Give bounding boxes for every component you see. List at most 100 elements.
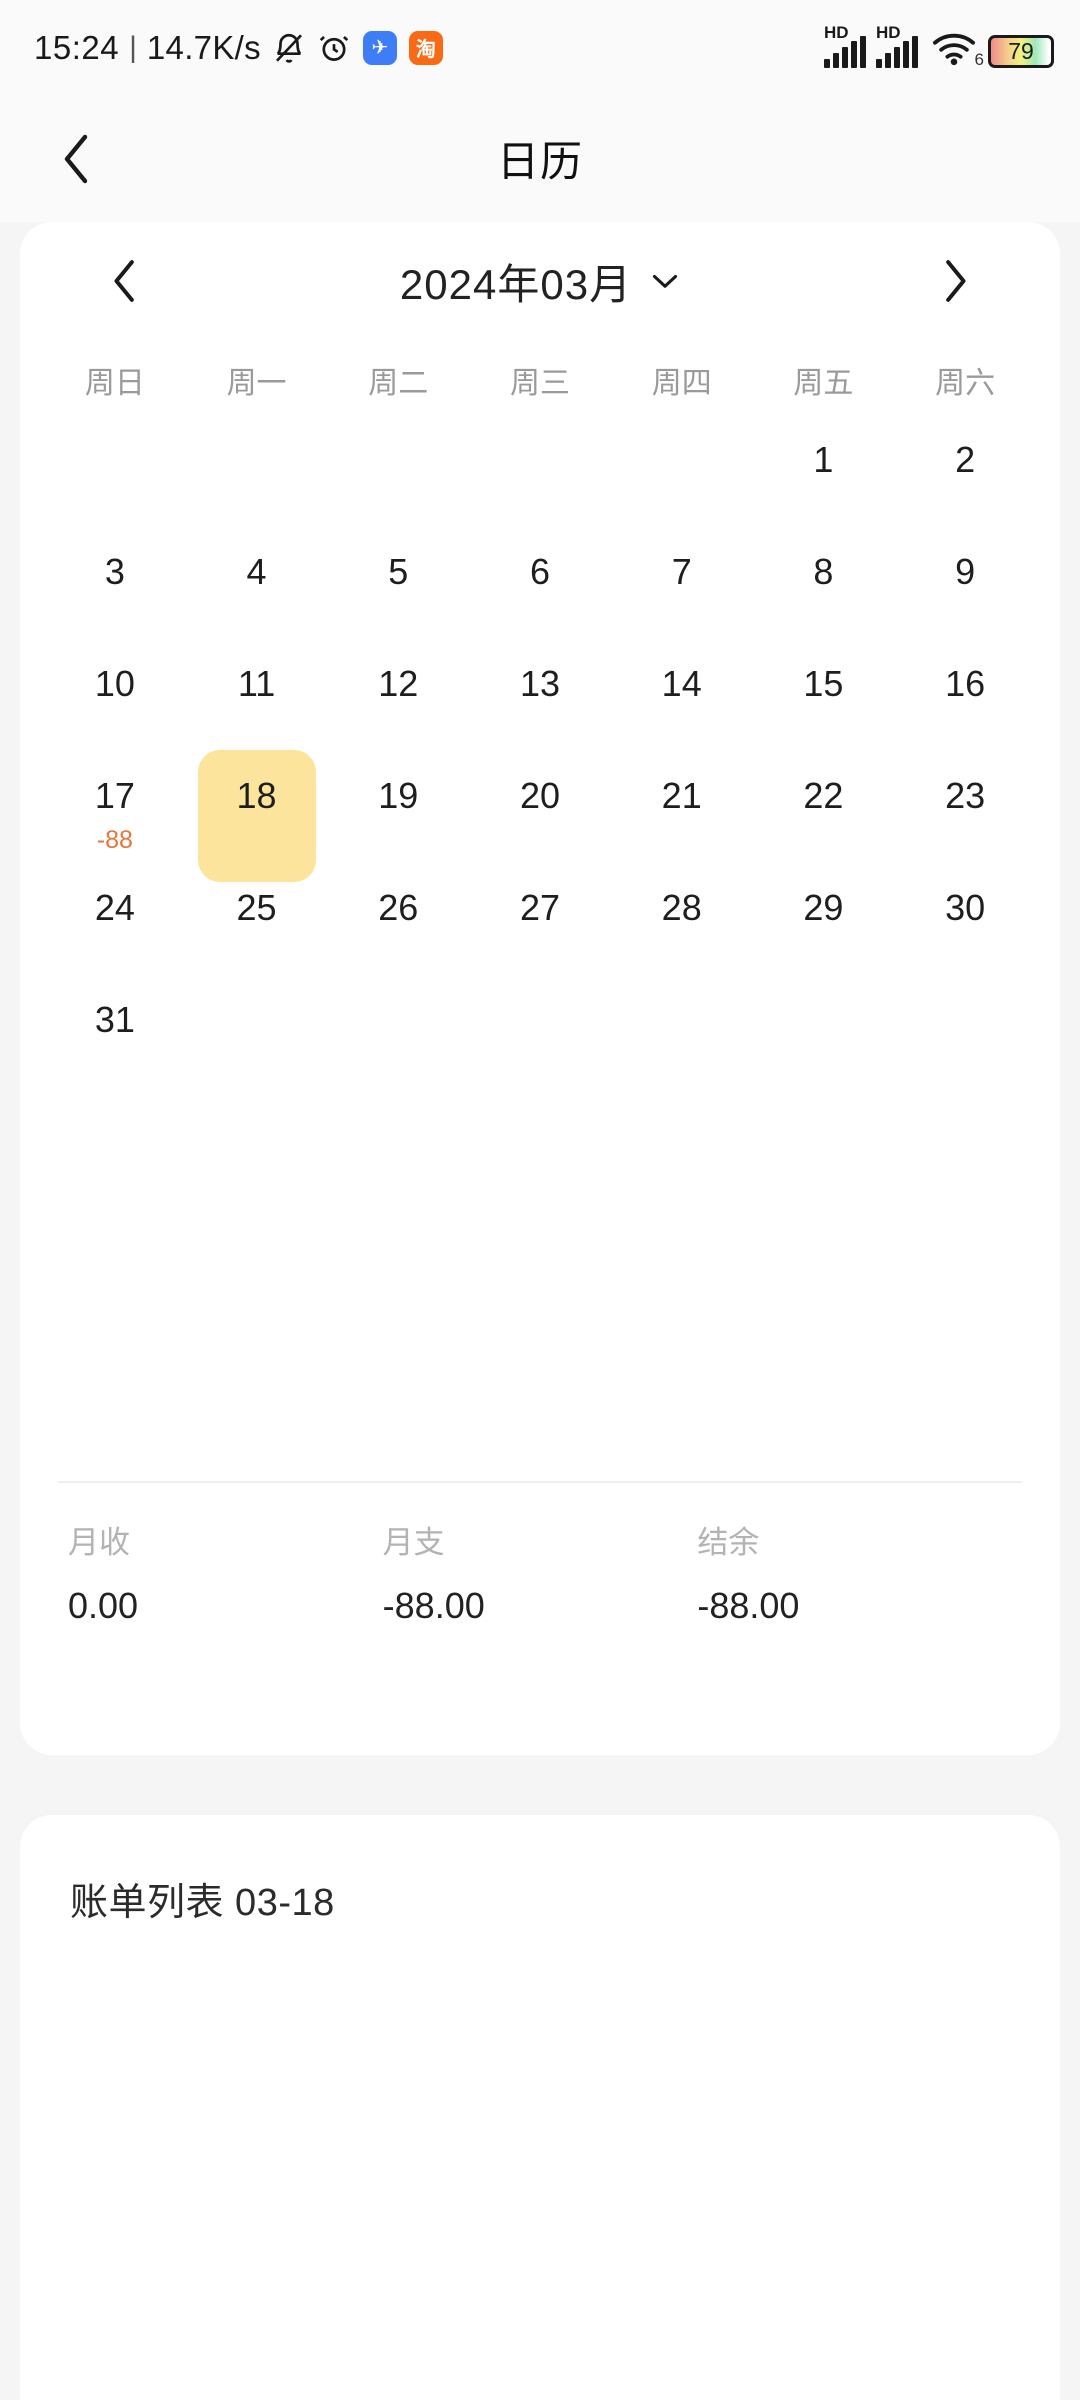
day-cell[interactable]: 25 bbox=[186, 876, 328, 988]
day-number: 11 bbox=[237, 663, 276, 704]
day-grid: 1 2 3 4 5 6 7 8 9 10 11 12 13 14 15 16 17 -88 18 19 20 21 22 23… bbox=[20, 428, 1060, 1100]
day-cell[interactable]: 9 bbox=[894, 540, 1036, 652]
expense-value: -88.00 bbox=[382, 1585, 485, 1626]
summary-expense: 月支 -88.00 bbox=[383, 1527, 698, 1624]
month-selector[interactable]: 2024年03月 bbox=[400, 251, 680, 312]
selected-day-highlight bbox=[197, 750, 316, 882]
status-bar: 15:24 | 14.7K/s ✈ 淘 HD HD 6 79 bbox=[0, 0, 1080, 95]
battery-icon: 79 bbox=[988, 34, 1054, 68]
wifi-icon: 6 bbox=[932, 30, 984, 69]
day-number: 25 bbox=[236, 887, 277, 928]
income-label: 月收 bbox=[68, 1525, 130, 1560]
wifi-generation-label: 6 bbox=[974, 49, 984, 69]
app-bar: 日历 bbox=[0, 95, 1080, 222]
day-cell[interactable]: 1 bbox=[753, 428, 895, 540]
taobao-app-icon: 淘 bbox=[408, 30, 443, 65]
day-number: 1 bbox=[813, 439, 834, 480]
prev-month-button[interactable] bbox=[82, 238, 168, 324]
day-number: 9 bbox=[955, 551, 976, 592]
day-cell[interactable]: 31 bbox=[44, 988, 186, 1100]
summary-income: 月收 0.00 bbox=[68, 1527, 383, 1624]
day-cell[interactable]: 8 bbox=[753, 540, 895, 652]
day-cell[interactable]: 4 bbox=[186, 540, 328, 652]
next-month-button[interactable] bbox=[912, 238, 998, 324]
cellular-signal-1-icon: HD bbox=[824, 24, 866, 68]
month-title-label: 2024年03月 bbox=[399, 260, 633, 308]
expense-label: 月支 bbox=[382, 1525, 445, 1560]
day-cell[interactable]: 18 bbox=[186, 750, 328, 882]
hd-label-1: HD bbox=[824, 22, 849, 42]
messenger-app-icon: ✈ bbox=[362, 30, 397, 65]
day-cell[interactable]: 5 bbox=[327, 540, 469, 652]
chevron-left-icon bbox=[114, 260, 134, 302]
day-number: 17 bbox=[94, 775, 135, 816]
weekday-label-6: 周六 bbox=[935, 367, 996, 400]
day-cell[interactable]: 16 bbox=[894, 652, 1036, 764]
calendar-card: 2024年03月 周日 周一 周二 周三 周四 周五 周六 1 2 3 4 5 6 7 8 9 10 11 12 1… bbox=[20, 222, 1060, 1755]
day-number: 28 bbox=[661, 887, 702, 928]
weekday-label-1: 周一 bbox=[226, 367, 287, 400]
day-cell[interactable]: 26 bbox=[327, 876, 469, 988]
bill-list-card: 账单列表 03-18 bbox=[20, 1815, 1060, 2400]
day-cell[interactable]: 27 bbox=[469, 876, 611, 988]
day-cell[interactable]: 7 bbox=[611, 540, 753, 652]
weekday-label-2: 周二 bbox=[368, 367, 429, 400]
day-cell[interactable]: 24 bbox=[44, 876, 186, 988]
day-number: 23 bbox=[945, 775, 986, 816]
chevron-right-icon bbox=[946, 260, 966, 302]
income-value: 0.00 bbox=[68, 1585, 139, 1626]
day-number: 29 bbox=[803, 887, 844, 928]
day-number: 2 bbox=[955, 439, 976, 480]
day-number: 18 bbox=[236, 775, 277, 816]
balance-label: 结余 bbox=[697, 1525, 760, 1560]
day-number: 31 bbox=[94, 999, 135, 1040]
status-bar-clock: 15:24 bbox=[34, 28, 120, 66]
cellular-signal-2-icon: HD bbox=[876, 24, 918, 68]
back-button[interactable] bbox=[42, 124, 112, 194]
day-cell[interactable]: 13 bbox=[469, 652, 611, 764]
day-number: 12 bbox=[378, 663, 419, 704]
status-bar-separator: | bbox=[129, 30, 137, 64]
status-bar-right: HD HD 6 79 bbox=[824, 24, 1054, 69]
day-cell[interactable]: 17 -88 bbox=[44, 764, 186, 876]
day-cell[interactable]: 23 bbox=[894, 764, 1036, 876]
day-cell[interactable]: 30 bbox=[894, 876, 1036, 988]
day-cell[interactable]: 22 bbox=[753, 764, 895, 876]
day-cell[interactable]: 29 bbox=[753, 876, 895, 988]
day-cell[interactable]: 2 bbox=[894, 428, 1036, 540]
day-number: 7 bbox=[671, 551, 692, 592]
day-cell[interactable]: 11 bbox=[186, 652, 328, 764]
day-cell[interactable]: 20 bbox=[469, 764, 611, 876]
weekday-label-4: 周四 bbox=[651, 367, 712, 400]
day-number: 8 bbox=[813, 551, 834, 592]
day-number: 4 bbox=[246, 551, 267, 592]
day-number: 5 bbox=[388, 551, 409, 592]
day-cell[interactable]: 14 bbox=[611, 652, 753, 764]
chevron-down-icon bbox=[653, 274, 678, 288]
status-bar-left: 15:24 | 14.7K/s ✈ 淘 bbox=[34, 29, 443, 67]
chevron-left-icon bbox=[64, 134, 88, 183]
day-number: 10 bbox=[94, 663, 135, 704]
day-number: 27 bbox=[519, 887, 561, 928]
alarm-clock-icon bbox=[317, 30, 351, 66]
day-cell[interactable]: 3 bbox=[44, 540, 186, 652]
day-number: 3 bbox=[104, 551, 125, 592]
month-summary: 月收 0.00 月支 -88.00 结余 -88.00 bbox=[20, 1527, 1060, 1624]
day-number: 13 bbox=[519, 663, 561, 704]
day-cell[interactable]: 6 bbox=[469, 540, 611, 652]
day-cell[interactable]: 21 bbox=[611, 764, 753, 876]
day-cell[interactable]: 19 bbox=[327, 764, 469, 876]
day-cell[interactable]: 28 bbox=[611, 876, 753, 988]
bell-muted-icon bbox=[272, 30, 306, 66]
day-number: 20 bbox=[519, 775, 561, 816]
day-cell[interactable]: 10 bbox=[44, 652, 186, 764]
day-cell[interactable]: 15 bbox=[753, 652, 895, 764]
summary-balance: 结余 -88.00 bbox=[697, 1527, 1012, 1624]
page-title: 日历 bbox=[496, 138, 583, 185]
day-number: 22 bbox=[803, 775, 844, 816]
day-cell[interactable]: 12 bbox=[327, 652, 469, 764]
day-number: 15 bbox=[803, 663, 844, 704]
month-header: 2024年03月 bbox=[20, 222, 1060, 340]
weekday-label-5: 周五 bbox=[793, 367, 854, 400]
day-amount: -88 bbox=[96, 826, 133, 854]
